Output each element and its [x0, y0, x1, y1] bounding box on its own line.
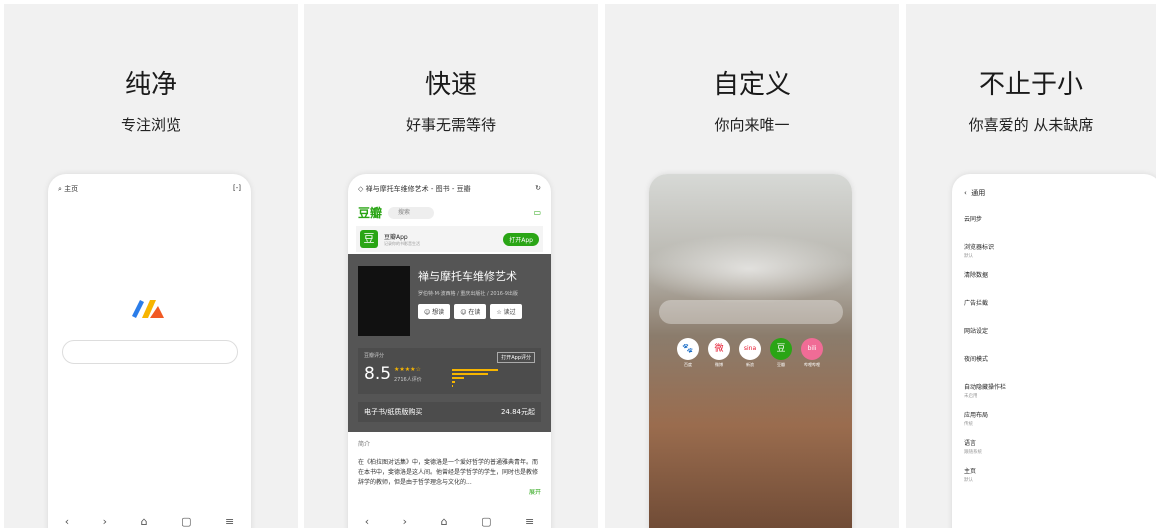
phone-mockup: ‹ 通用 云同步 浏览器标识 默认 清除数据 广告拦截 网站设定 夜间模式 自动隐…: [952, 174, 1156, 528]
settings-item[interactable]: 浏览器标识 默认: [964, 242, 1154, 270]
forward-icon[interactable]: ›: [103, 515, 107, 528]
settings-item[interactable]: 夜间模式: [964, 354, 1154, 382]
bottom-nav: ‹ › ⌂ ▢ ≡: [348, 508, 551, 528]
want-read-button[interactable]: ☺ 想读: [418, 304, 451, 319]
rating-box: 豆瓣评分 8.5 ★★★★☆ 2716人评价 打开App评分: [358, 348, 541, 394]
tabs-icon[interactable]: ▢: [181, 515, 191, 528]
shortcut-douban[interactable]: 豆 豆瓣: [770, 338, 792, 368]
bottom-nav: ‹ › ⌂ ▢ ≡: [48, 508, 251, 528]
book-card: 禅与摩托车维修艺术 罗伯特·M·波西格 / 重庆出版社 / 2016-9出版 ☺…: [348, 254, 551, 432]
open-app-button[interactable]: 打开App: [503, 232, 539, 246]
settings-item[interactable]: 语言 跟随系统: [964, 438, 1154, 466]
search-input[interactable]: [659, 300, 843, 324]
settings-list: 云同步 浏览器标识 默认 清除数据 广告拦截 网站设定 夜间模式 自动隐藏操作栏未…: [964, 214, 1154, 494]
settings-item[interactable]: 广告拦截: [964, 298, 1154, 326]
app-banner: 豆 豆瓣App 记录你的书影音生活 打开App: [356, 226, 543, 252]
shortcut-baidu[interactable]: 🐾 百度: [677, 338, 699, 368]
douban-app-icon: 豆: [360, 230, 378, 248]
phone-mockup: 🐾 百度 微 微博 sina 新浪 豆 豆瓣 bili 哔哩哔哩: [649, 174, 852, 528]
rate-in-app-button[interactable]: 打开App评分: [497, 352, 535, 363]
book-intro: 简介 在《柏拉图对话集》中，斐德洛是一个爱好哲学的普通雅典青年。而在本书中，斐德…: [358, 440, 541, 498]
settings-item[interactable]: 自动隐藏操作栏 未启用: [964, 382, 1154, 410]
refresh-icon[interactable]: ↻: [535, 184, 541, 194]
phone-mockup: ⌕ 主页 [-] ‹ › ⌂ ▢ ≡: [48, 174, 251, 528]
douban-header: 豆瓣 搜索 ▭: [358, 204, 541, 221]
via-logo-icon: [132, 300, 164, 318]
douban-search-input[interactable]: 搜索: [388, 206, 435, 219]
panel-title: 纯净: [124, 70, 177, 100]
panel-fast: 快速 好事无需等待 ◇ 禅与摩托车维修艺术 - 图书 - 豆瓣 ↻ 豆瓣 搜索 …: [304, 4, 598, 528]
settings-item[interactable]: 云同步: [964, 214, 1154, 242]
shortcut-sina[interactable]: sina 新浪: [739, 338, 761, 368]
douban-logo[interactable]: 豆瓣: [358, 204, 382, 221]
desktop-icon[interactable]: ▭: [533, 208, 541, 217]
home-icon[interactable]: ⌂: [141, 515, 148, 528]
shortcut-weibo[interactable]: 微 微博: [708, 338, 730, 368]
panel-subtitle: 好事无需等待: [405, 116, 496, 134]
ebook-purchase-row[interactable]: 电子书/纸质版购买 24.84元起: [358, 402, 541, 422]
back-icon[interactable]: ‹: [65, 515, 69, 528]
tabs-icon[interactable]: ▢: [481, 515, 491, 528]
rating-stars: ★★★★☆: [394, 366, 421, 373]
panel-more: 不止于小 你喜爱的 从未缺席 ‹ 通用 云同步 浏览器标识 默认 清除数据 广告拦…: [906, 4, 1156, 528]
home-icon[interactable]: ⌂: [441, 515, 448, 528]
search-icon: ⌕: [58, 185, 62, 193]
intro-text: 在《柏拉图对话集》中，斐德洛是一个爱好哲学的普通雅典青年。而在本书中，斐德洛是这…: [358, 459, 539, 486]
back-icon[interactable]: ‹: [964, 189, 967, 197]
shortcut-row: 🐾 百度 微 微博 sina 新浪 豆 豆瓣 bili 哔哩哔哩: [677, 338, 823, 368]
panel-subtitle: 专注浏览: [120, 116, 181, 134]
read-button[interactable]: ☆ 读过: [490, 304, 522, 319]
phone-mockup: ◇ 禅与摩托车维修艺术 - 图书 - 豆瓣 ↻ 豆瓣 搜索 ▭ 豆 豆瓣App …: [348, 174, 551, 528]
rating-label: 豆瓣评分: [364, 353, 385, 359]
page-title: 禅与摩托车维修艺术 - 图书 - 豆瓣: [365, 185, 471, 193]
panel-subtitle: 你向来唯一: [714, 116, 790, 134]
menu-icon[interactable]: ≡: [225, 515, 234, 528]
sina-icon: sina: [739, 338, 761, 360]
settings-item[interactable]: 网站设定: [964, 326, 1154, 354]
cloud-overlay: [649, 234, 852, 304]
shield-icon: ◇: [358, 185, 364, 193]
settings-item[interactable]: 清除数据: [964, 270, 1154, 298]
address-bar[interactable]: ⌕ 主页 [-]: [58, 184, 241, 194]
forward-icon[interactable]: ›: [403, 515, 407, 528]
panel-title: 自定义: [712, 70, 791, 100]
weibo-icon: 微: [708, 338, 730, 360]
panel-pure: 纯净 专注浏览 ⌕ 主页 [-] ‹ › ⌂ ▢ ≡: [4, 4, 298, 528]
app-name: 豆瓣App: [384, 233, 408, 241]
bilibili-icon: bili: [801, 338, 823, 360]
book-title: 禅与摩托车维修艺术: [418, 270, 517, 283]
ebook-label: 电子书/纸质版购买: [364, 408, 423, 416]
menu-icon[interactable]: ≡: [525, 515, 534, 528]
settings-header: ‹ 通用: [964, 188, 985, 198]
reading-button[interactable]: ☺ 在读: [454, 304, 487, 319]
panel-custom: 自定义 你向来唯一 🐾 百度 微 微博 sina 新浪 豆 豆瓣 bili 哔哩…: [605, 4, 899, 528]
douban-icon: 豆: [770, 338, 792, 360]
settings-item[interactable]: 主页 默认: [964, 466, 1154, 494]
shortcut-bilibili[interactable]: bili 哔哩哔哩: [801, 338, 823, 368]
search-input[interactable]: [62, 340, 238, 364]
app-desc: 记录你的书影音生活: [384, 240, 420, 246]
book-meta: 罗伯特·M·波西格 / 重庆出版社 / 2016-9出版: [418, 291, 518, 297]
book-cover: [358, 266, 410, 336]
rating-count: 2716人评价: [394, 377, 422, 383]
rating-score: 8.5: [364, 364, 392, 384]
panel-title: 不止于小: [978, 70, 1083, 100]
baidu-icon: 🐾: [677, 338, 699, 360]
panel-title: 快速: [424, 70, 477, 100]
intro-heading: 简介: [358, 441, 371, 448]
settings-title: 通用: [971, 189, 986, 197]
ebook-price: 24.84元起: [500, 408, 535, 416]
expand-link[interactable]: 展开: [358, 488, 541, 498]
home-label: 主页: [64, 185, 79, 193]
settings-item[interactable]: 应用布局 传统: [964, 410, 1154, 438]
address-bar[interactable]: ◇ 禅与摩托车维修艺术 - 图书 - 豆瓣 ↻: [358, 184, 541, 194]
panel-subtitle: 你喜爱的 从未缺席: [968, 116, 1094, 134]
back-icon[interactable]: ‹: [365, 515, 369, 528]
rating-bars: [452, 369, 498, 387]
scan-icon[interactable]: [-]: [233, 184, 241, 194]
